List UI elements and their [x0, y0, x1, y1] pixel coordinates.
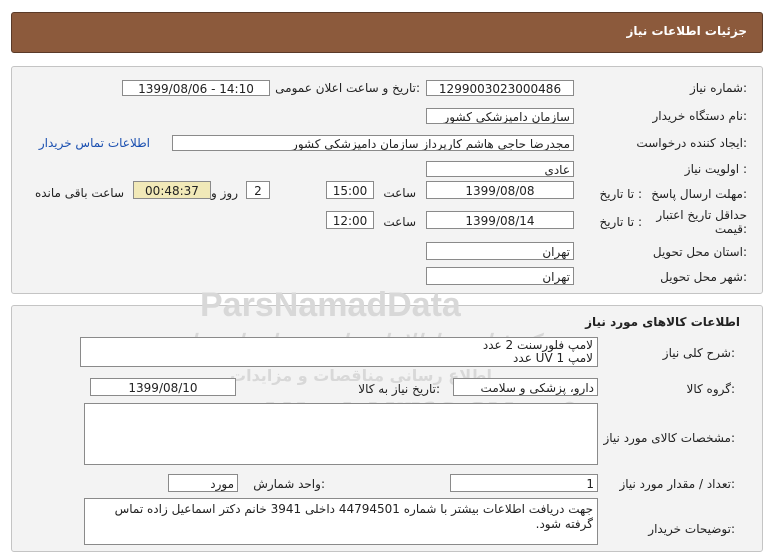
deadline-time-label: ساعت — [383, 186, 416, 200]
city-label: شهر محل تحویل: — [660, 270, 747, 284]
count-label: تعداد / مقدار مورد نیاز: — [619, 477, 735, 491]
validity-date-field: 1399/08/14 — [426, 211, 574, 229]
announce-label: تاریخ و ساعت اعلان عمومی: — [275, 81, 420, 95]
days-label: روز و — [211, 186, 238, 200]
unit-label: واحد شمارش: — [253, 477, 325, 491]
desc-label: شرح کلی نیاز: — [662, 346, 735, 360]
deadline-until-label: تا تاریخ : — [599, 187, 642, 201]
buyer-org-field: سازمان دامپزشکی کشور — [426, 108, 574, 124]
buyer-notes-label: توضیحات خریدار: — [648, 522, 735, 536]
validity-label: حداقل تاریخ اعتبار قیمت: — [637, 208, 747, 236]
creator-label: ایجاد کننده درخواست: — [636, 136, 747, 150]
priority-label: اولویت نیاز : — [684, 162, 747, 176]
days-remaining-field: 2 — [246, 181, 270, 199]
deadline-date-field: 1399/08/08 — [426, 181, 574, 199]
watermark-brand: ParsNamadData — [200, 286, 461, 324]
need-date-field: 1399/08/10 — [90, 378, 236, 396]
count-field: 1 — [450, 474, 598, 492]
page-title: جزئیات اطلاعات نیاز — [626, 24, 747, 38]
page-header: جزئیات اطلاعات نیاز — [11, 12, 763, 53]
specs-field — [84, 403, 598, 465]
need-number-label: شماره نیاز: — [689, 81, 747, 95]
buyer-notes-field: جهت دریافت اطلاعات بیشتر با شماره 447945… — [84, 498, 598, 545]
desc-line-2: لامپ UV 1 عدد — [513, 351, 593, 365]
validity-label-text: حداقل تاریخ اعتبار قیمت: — [656, 208, 747, 236]
priority-field: عادی — [426, 161, 574, 177]
remaining-time-field: 00:48:37 — [133, 181, 211, 199]
group-label: گروه کالا: — [686, 382, 736, 396]
group-field: دارو، پزشکی و سلامت — [453, 378, 598, 396]
creator-field: مجدرضا حاجی هاشم کارپرداز سازمان دامپزشک… — [172, 135, 574, 151]
buyer-org-label: نام دستگاه خریدار: — [652, 109, 748, 123]
deadline-time-field: 15:00 — [326, 181, 374, 199]
validity-until-label: تا تاریخ : — [599, 215, 642, 229]
validity-time-field: 12:00 — [326, 211, 374, 229]
unit-field: مورد — [168, 474, 238, 492]
province-label: استان محل تحویل: — [652, 245, 747, 259]
need-number-field: 1299003023000486 — [426, 80, 574, 96]
details-panel — [11, 66, 763, 294]
desc-field: لامپ فلورسنت 2 عدد لامپ UV 1 عدد — [80, 337, 598, 367]
province-field: تهران — [426, 242, 574, 260]
need-date-label: تاریخ نیاز به کالا: — [358, 382, 440, 396]
remaining-label: ساعت باقی مانده — [34, 186, 124, 200]
contact-info-link[interactable]: اطلاعات تماس خریدار — [39, 136, 150, 150]
validity-time-label: ساعت — [383, 215, 416, 229]
announce-field: 1399/08/06 - 14:10 — [122, 80, 270, 96]
specs-label: مشخصات کالای مورد نیاز: — [603, 431, 735, 445]
deadline-label: مهلت ارسال پاسخ: — [651, 187, 747, 201]
